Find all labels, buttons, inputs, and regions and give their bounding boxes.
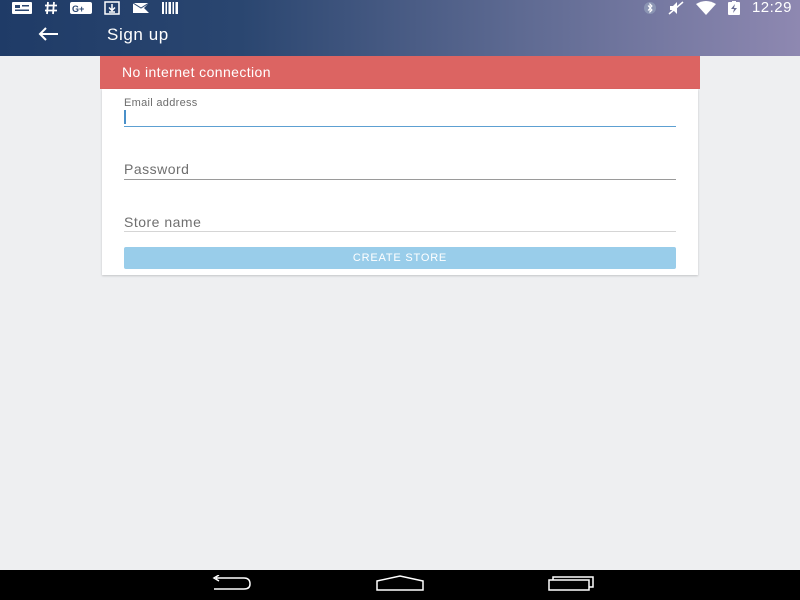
email-underline	[124, 126, 676, 127]
mute-icon	[668, 1, 684, 15]
download-icon	[104, 1, 120, 15]
home-nav-icon	[376, 574, 424, 596]
message-icon	[12, 1, 32, 15]
status-bar: G+ 12:29	[0, 0, 800, 16]
navigation-bar	[0, 570, 800, 600]
email-label: Email address	[124, 97, 198, 109]
status-time: 12:29	[751, 0, 792, 16]
signup-form-card: Email address CREATE STORE	[102, 89, 698, 275]
create-store-button[interactable]: CREATE STORE	[124, 247, 676, 269]
store-name-field-group	[124, 212, 676, 234]
svg-text:G+: G+	[72, 4, 84, 14]
page-title: Sign up	[107, 25, 169, 44]
password-underline	[124, 179, 676, 180]
mail-icon	[132, 1, 150, 15]
back-button[interactable]	[28, 20, 68, 52]
barcode-icon	[162, 1, 178, 15]
banner-message: No internet connection	[122, 64, 271, 80]
back-nav-icon	[206, 573, 252, 596]
battery-charging-icon	[727, 1, 740, 15]
nav-recents-button[interactable]	[548, 574, 596, 596]
app-bar: Sign up	[0, 16, 800, 56]
nav-back-button[interactable]	[205, 573, 253, 596]
store-name-field[interactable]	[124, 212, 676, 232]
top-bar: G+ 12:29 Sign up	[0, 0, 800, 56]
bluetooth-icon	[643, 1, 656, 15]
wifi-icon	[695, 1, 716, 15]
google-plus-icon: G+	[70, 1, 92, 15]
nav-home-button[interactable]	[376, 574, 424, 596]
offline-banner: No internet connection	[100, 56, 700, 89]
password-field[interactable]	[124, 159, 676, 179]
store-name-underline	[124, 231, 676, 232]
password-field-group	[124, 159, 676, 181]
text-cursor	[124, 110, 126, 124]
email-field-group: Email address	[124, 89, 679, 129]
email-field[interactable]	[124, 109, 679, 127]
arrow-left-icon	[37, 26, 59, 47]
hashtag-icon	[44, 1, 58, 15]
recents-nav-icon	[548, 575, 596, 596]
